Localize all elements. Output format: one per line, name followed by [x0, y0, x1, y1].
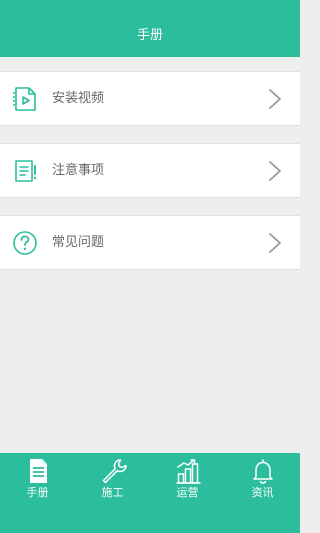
tab-manual[interactable]: 手册 [0, 453, 75, 533]
chevron-right-icon [268, 88, 282, 110]
notice-document-icon [12, 158, 38, 184]
bottom-tab-bar: 手册 施工 运营 资讯 [0, 453, 300, 533]
tab-label: 运营 [176, 486, 199, 499]
video-file-icon [12, 86, 38, 112]
wrench-icon [99, 457, 127, 485]
chevron-right-icon [268, 160, 282, 182]
tab-news[interactable]: 资讯 [225, 453, 300, 533]
menu-item-faq[interactable]: 常见问题 [0, 215, 300, 270]
top-header: 手册 [0, 0, 300, 57]
tab-construction[interactable]: 施工 [75, 453, 150, 533]
menu-item-label: 安装视频 [52, 91, 105, 106]
menu-item-install-video[interactable]: 安装视频 [0, 71, 300, 126]
growth-chart-icon [174, 457, 202, 485]
tab-label: 手册 [26, 486, 49, 499]
question-circle-icon [12, 230, 38, 256]
tab-label: 资讯 [251, 486, 274, 499]
tab-label: 施工 [101, 486, 124, 499]
bell-icon [249, 457, 277, 485]
chevron-right-icon [268, 232, 282, 254]
page-title: 手册 [136, 28, 163, 43]
menu-item-label: 常见问题 [52, 235, 105, 250]
menu-item-label: 注意事项 [52, 163, 105, 178]
manual-document-icon [24, 457, 52, 485]
tab-operations[interactable]: 运营 [150, 453, 225, 533]
menu-item-notes[interactable]: 注意事项 [0, 143, 300, 198]
